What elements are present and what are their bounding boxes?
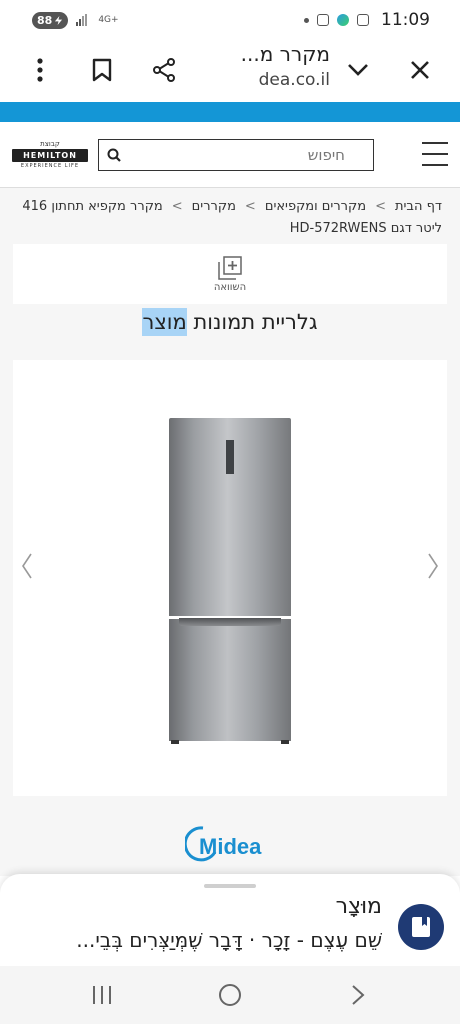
breadcrumb-line-1: דף הבית > מקררים ומקפיאים > מקררים > מקרר מקפי…	[18, 196, 442, 218]
edge-browser-icon	[337, 14, 349, 26]
signal-icon	[76, 14, 88, 26]
battery-indicator: 88	[32, 11, 69, 29]
instagram-icon	[357, 14, 369, 26]
breadcrumb-separator: >	[375, 199, 386, 214]
fridge-feet	[171, 740, 289, 744]
status-left: 88 4G+	[32, 11, 119, 29]
battery-level: 88	[37, 13, 53, 27]
fridge-handle	[179, 618, 281, 626]
midea-logo-text: Midea	[199, 834, 262, 859]
carousel-next-button[interactable]	[423, 546, 443, 586]
url-host: dea.co.il	[258, 70, 330, 90]
compare-section: השוואה	[0, 244, 460, 306]
chevron-right-icon	[352, 985, 365, 1005]
network-type: 4G+	[98, 14, 119, 25]
carousel-prev-button[interactable]	[17, 546, 37, 586]
charging-icon	[55, 15, 63, 25]
breadcrumb-item-current: מקרר מקפיא תחתון 416	[22, 199, 163, 214]
product-image-refrigerator	[169, 418, 291, 744]
bookmark-button[interactable]	[80, 48, 124, 92]
share-button[interactable]	[142, 48, 186, 92]
status-bar: 88 4G+ 11:09	[0, 0, 460, 40]
menu-dots-icon	[37, 58, 43, 82]
midea-logo: Midea	[0, 822, 460, 866]
share-icon	[153, 58, 175, 82]
compare-button[interactable]: השוואה	[13, 244, 447, 304]
product-image-carousel[interactable]	[13, 360, 447, 796]
back-button[interactable]	[336, 978, 380, 1012]
browser-toolbar: מקרר מ... dea.co.il	[0, 40, 460, 102]
dictionary-book-icon[interactable]	[398, 904, 444, 950]
fridge-control-panel	[226, 440, 234, 474]
site-top-strip	[0, 102, 460, 122]
status-right: 11:09	[304, 10, 430, 30]
brand-sub: EXPERIENCE LIFE	[20, 163, 80, 169]
site-header: קבוצת HEMILTON EXPERIENCE LIFE חיפוש	[0, 122, 460, 188]
home-button[interactable]	[208, 978, 252, 1012]
system-navigation-bar	[0, 966, 460, 1024]
gallery-title: גלריית תמונות מוצר	[0, 308, 460, 336]
home-icon	[219, 984, 241, 1006]
sheet-drag-handle[interactable]	[204, 884, 256, 888]
search-placeholder: חיפוש	[307, 146, 345, 164]
breadcrumb-item-fridges[interactable]: מקררים	[192, 199, 236, 214]
close-icon	[411, 61, 429, 79]
dictionary-definition: שֵׁם עֶצֶם - זָכָר · דָּבָר שֶׁמְּיַצְּר…	[76, 928, 382, 952]
menu-button[interactable]	[18, 48, 62, 92]
breadcrumb-item-fridges-freezers[interactable]: מקררים ומקפיאים	[265, 199, 366, 214]
chevron-left-icon	[22, 553, 32, 579]
voicemail-icon	[317, 14, 329, 26]
chevron-right-icon	[428, 553, 438, 579]
gallery-title-highlight: מוצר	[142, 308, 187, 336]
bookmark-icon	[92, 58, 112, 82]
gallery-title-text: גלריית תמונות	[186, 310, 318, 334]
breadcrumb-item-home[interactable]: דף הבית	[395, 199, 442, 214]
midea-logo-mark: Midea	[183, 826, 262, 862]
hemilton-logo[interactable]: קבוצת HEMILTON EXPERIENCE LIFE	[12, 140, 88, 169]
compare-icon	[218, 255, 242, 280]
search-input[interactable]: חיפוש	[98, 139, 374, 171]
search-icon[interactable]	[107, 148, 121, 162]
dictionary-bottom-sheet[interactable]: מוּצָר שֵׁם עֶצֶם - זָכָר · דָּבָר שֶׁמְ…	[0, 874, 460, 966]
expand-button[interactable]	[336, 48, 380, 92]
hamburger-menu-icon[interactable]	[422, 142, 448, 166]
page-title: מקרר מ...	[240, 42, 330, 66]
fridge-lower-door	[169, 619, 291, 741]
recent-apps-icon	[93, 986, 111, 1004]
compare-label: השוואה	[213, 281, 247, 293]
address-bar[interactable]: מקרר מ... dea.co.il	[200, 42, 330, 90]
recent-apps-button[interactable]	[80, 978, 124, 1012]
chevron-down-icon	[348, 64, 368, 76]
breadcrumb: דף הבית > מקררים ומקפיאים > מקררים > מקרר מקפי…	[0, 188, 460, 244]
breadcrumb-separator: >	[171, 199, 183, 214]
breadcrumb-separator: >	[244, 199, 256, 214]
notification-dot-icon	[304, 17, 309, 23]
dictionary-word: מוּצָר	[335, 894, 382, 919]
brand-main: HEMILTON	[12, 149, 88, 162]
breadcrumb-line-2: ליטר דגם HD-572RWENS	[289, 221, 442, 236]
clock: 11:09	[381, 10, 430, 30]
close-button[interactable]	[398, 48, 442, 92]
brand-small: קבוצת	[40, 140, 60, 148]
